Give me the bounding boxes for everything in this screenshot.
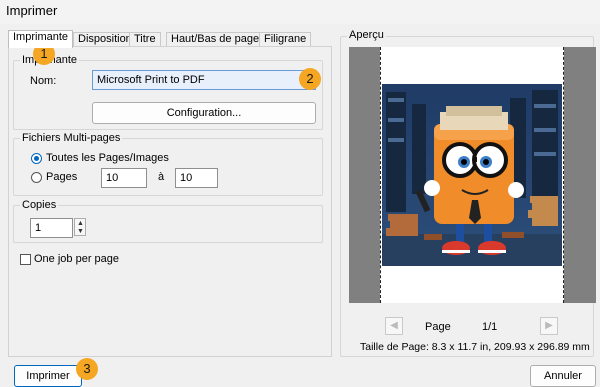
copies-input[interactable]: 1 [30,218,73,238]
print-button[interactable]: Imprimer [14,365,82,387]
spin-down-icon[interactable]: ▼ [77,228,84,235]
step-badge-2: 2 [299,68,321,90]
printer-name-select[interactable]: Microsoft Print to PDF [92,70,316,90]
cancel-button[interactable]: Annuler [530,365,596,387]
tab-imprimante[interactable]: Imprimante [8,30,74,48]
tab-titre[interactable]: Titre [129,32,161,47]
window-title: Imprimer [6,3,58,18]
preview-image [382,84,562,266]
one-job-checkbox[interactable] [20,254,31,265]
preview-group-label: Aperçu [347,29,386,41]
page-label: Page [425,321,451,333]
page-count: 1/1 [482,321,498,333]
pages-range-radio[interactable] [31,172,42,183]
pages-range-label: Pages [46,171,78,183]
next-page-button[interactable]: ▶ [540,317,558,335]
copies-group-label: Copies [20,199,59,211]
tab-haut-bas-de-page[interactable]: Haut/Bas de page [166,32,265,47]
copies-spinner[interactable]: ▲ ▼ [74,218,86,236]
all-pages-label: Toutes les Pages/Images [46,152,169,164]
page-size-info: Taille de Page: 8.3 x 11.7 in, 209.93 x … [360,341,590,353]
configuration-button[interactable]: Configuration... [92,102,316,124]
step-badge-3: 3 [76,358,98,380]
pages-from-input[interactable]: 10 [101,168,147,188]
chevron-left-icon: ◀ [390,320,398,331]
pages-to-input[interactable]: 10 [175,168,218,188]
pages-to-label: à [158,171,165,183]
all-pages-radio[interactable] [31,153,42,164]
spin-up-icon[interactable]: ▲ [77,220,84,227]
printer-name-label: Nom: [30,75,57,87]
prev-page-button[interactable]: ◀ [385,317,403,335]
tab-disposition[interactable]: Disposition [73,32,137,47]
tab-filigrane[interactable]: Filigrane [259,32,312,47]
multipage-group-label: Fichiers Multi-pages [20,132,123,144]
chevron-right-icon: ▶ [545,320,553,331]
title-bar [0,0,600,24]
multipage-group [13,138,323,196]
one-job-label: One job per page [34,253,120,265]
